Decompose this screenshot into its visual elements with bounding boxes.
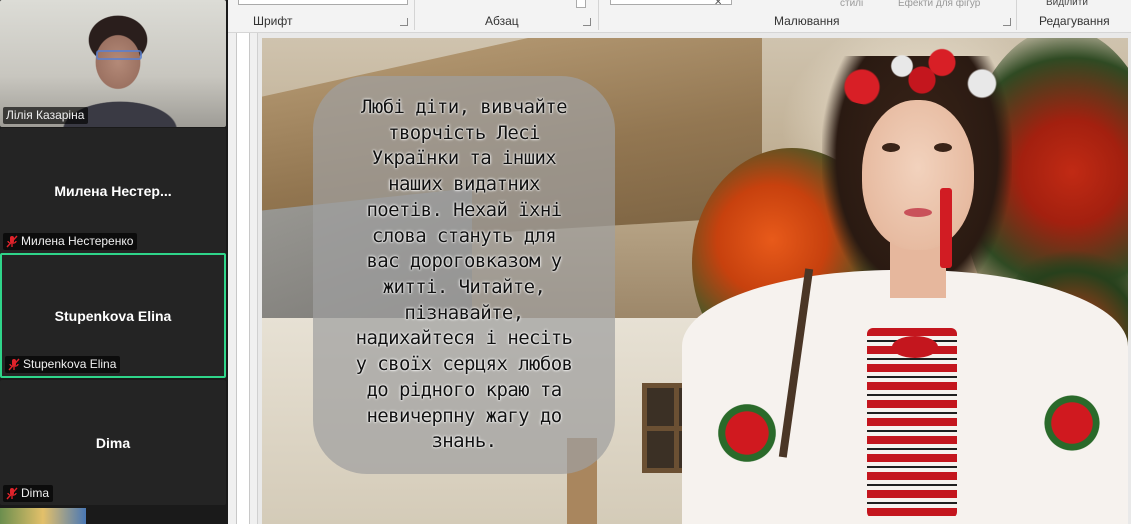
embroidery-pattern [1032,368,1112,478]
participant-display-name: Stupenkova Elina [54,307,172,324]
participant-name-label: Милена Нестеренко [21,234,134,248]
presentation-ribbon: Шрифт Абзац ✕ стилі Ефекти для фігур Мал… [228,0,1131,33]
mic-muted-icon [8,358,20,371]
ribbon-divider [414,0,415,30]
participant-tile[interactable]: Милена Нестер... Милена Нестеренко [0,128,226,253]
ribbon-group-editing: Редагування [1039,14,1110,28]
collar-bow-illustration [892,336,938,358]
participant-name-tag: Лілія Казаріна [3,107,89,124]
shape-effects-label[interactable]: Ефекти для фігур [898,0,980,9]
embroidery-pattern [702,378,792,488]
video-conference-screen: Лілія Казаріна Милена Нестер... Милена Н… [0,0,1131,524]
participant-name-label: Dima [21,486,50,500]
flower-wreath-illustration [822,38,1022,108]
font-dialog-launcher-icon[interactable] [400,18,408,26]
slide-thumbnails-pane [228,33,258,524]
mic-muted-icon [6,487,18,500]
select-label[interactable]: Виділити [1046,0,1088,8]
participant-name-tag: Stupenkova Elina [5,356,121,373]
slide-thumbnail-edge[interactable] [236,33,250,524]
red-ribbon-illustration [940,188,952,268]
eye-illustration [882,143,900,152]
close-x-icon[interactable]: ✕ [714,0,722,8]
drawing-dialog-launcher-icon[interactable] [1003,18,1011,26]
presentation-slide: Любі діти, вивчайте творчість Лесі Украї… [262,38,1128,524]
ribbon-divider [598,0,599,30]
ribbon-group-drawing: Малювання [774,14,840,28]
quick-styles-label[interactable]: стилі [840,0,863,9]
participant-display-name: Милена Нестер... [54,182,172,199]
shared-screen: Шрифт Абзац ✕ стилі Ефекти для фігур Мал… [228,0,1131,524]
participant-name-label: Лілія Казаріна [6,108,85,122]
woman-face-illustration [862,100,974,250]
participants-panel: Лілія Казаріна Милена Нестер... Милена Н… [0,0,228,524]
participant-tile-active-speaker[interactable]: Stupenkova Elina Stupenkova Elina [0,253,226,378]
mic-muted-icon [6,235,18,248]
participant-video-detail [96,50,142,60]
participant-name-tag: Милена Нестеренко [3,233,138,250]
font-box-edge[interactable] [238,0,408,5]
ribbon-group-paragraph: Абзац [485,14,519,28]
participant-name-label: Stupenkova Elina [23,357,117,371]
ribbon-divider [1016,0,1017,30]
participant-tile-partial[interactable] [0,508,86,524]
participant-tile[interactable]: Лілія Казаріна [0,0,226,127]
ribbon-group-font: Шрифт [253,14,293,28]
participant-display-name: Dima [95,434,131,451]
quote-text-box[interactable]: Любі діти, вивчайте творчість Лесі Украї… [313,76,615,474]
paragraph-control-edge[interactable] [576,0,586,8]
quote-text: Любі діти, вивчайте творчість Лесі Украї… [355,96,573,453]
participant-tile[interactable]: Dima Dima [0,380,226,505]
lips-illustration [904,208,932,217]
paragraph-dialog-launcher-icon[interactable] [583,18,591,26]
participant-name-tag: Dima [3,485,54,502]
eye-illustration [934,143,952,152]
